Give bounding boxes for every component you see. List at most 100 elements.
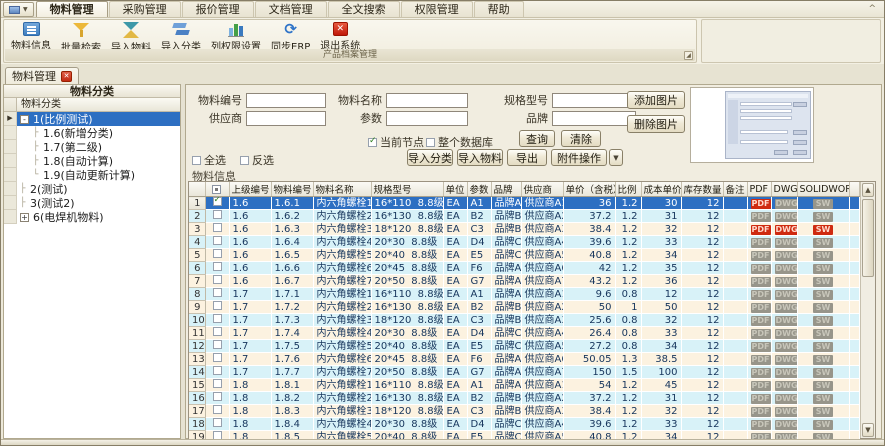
dwg-badge[interactable]: DWG — [775, 277, 798, 287]
tree-node[interactable]: +6(电焊机物料) — [4, 210, 180, 224]
sw-badge[interactable]: SW — [813, 251, 833, 261]
dialog-launcher-icon[interactable]: ◢ — [684, 51, 693, 60]
cell-num[interactable]: 13 — [189, 353, 205, 366]
cell-num[interactable]: 9 — [189, 301, 205, 314]
pdf-badge[interactable]: PDF — [751, 329, 771, 339]
cell-num[interactable]: 4 — [189, 236, 205, 249]
dwg-badge[interactable]: DWG — [775, 342, 798, 352]
delete-image-button[interactable]: 删除图片 — [627, 115, 685, 133]
column-header-sw[interactable]: SOLIDWORKS — [797, 182, 849, 197]
select-all-checkbox[interactable]: 全选 — [192, 152, 226, 168]
close-icon[interactable]: ✕ — [61, 71, 72, 82]
menu-tab-文档管理[interactable]: 文档管理 — [255, 1, 327, 17]
row-checkbox[interactable] — [213, 366, 222, 375]
table-row[interactable]: 121.71.7.5内六角螺栓520*40 8.8级EAE5品牌C供应商A527… — [189, 340, 859, 353]
sw-badge[interactable]: SW — [813, 407, 833, 417]
pdf-badge[interactable]: PDF — [751, 290, 771, 300]
column-header-note[interactable]: 备注 — [723, 182, 747, 197]
tree-node[interactable]: └1.9(自动更新计算) — [4, 168, 180, 182]
ribbon-collapse-icon[interactable]: ^ — [868, 4, 876, 14]
sw-badge[interactable]: SW — [813, 420, 833, 430]
tree-node-label-cell[interactable]: +6(电焊机物料) — [17, 210, 180, 224]
pdf-badge[interactable]: PDF — [751, 303, 771, 313]
row-checkbox[interactable] — [213, 353, 222, 362]
attachment-ops-dropdown-icon[interactable]: ▼ — [609, 149, 623, 166]
tree-node-label-cell[interactable]: -1(比例测试) — [17, 112, 180, 126]
tree-node-label-cell[interactable]: ├1.8(自动计算) — [17, 154, 180, 168]
menu-tab-物料管理[interactable]: 物料管理 — [36, 1, 108, 17]
column-header-supplier[interactable]: 供应商 — [521, 182, 563, 197]
pdf-badge[interactable]: PDF — [751, 264, 771, 274]
tree-node[interactable]: ├1.6(新增分类) — [4, 126, 180, 140]
tree-node[interactable]: ▶-1(比例测试) — [4, 112, 180, 126]
dwg-badge[interactable]: DWG — [775, 303, 798, 313]
tree-node[interactable]: ├2(测试) — [4, 182, 180, 196]
sw-badge[interactable]: SW — [813, 355, 833, 365]
brand-input[interactable] — [552, 111, 636, 126]
dwg-badge[interactable]: DWG — [775, 225, 798, 235]
ribbon-button-导入物料[interactable]: 导入物料 — [106, 21, 156, 51]
whole-database-checkbox[interactable]: 整个数据库 — [426, 134, 493, 150]
pdf-badge[interactable]: PDF — [751, 394, 771, 404]
column-header-check[interactable] — [205, 182, 229, 197]
clear-button[interactable]: 清除 — [561, 130, 601, 147]
pdf-badge[interactable]: PDF — [751, 342, 771, 352]
collapse-icon[interactable]: - — [20, 115, 29, 124]
table-row[interactable]: 151.81.8.1内六角螺栓116*110 8.8级EAA1品牌A供应商A15… — [189, 379, 859, 392]
dwg-badge[interactable]: DWG — [775, 368, 798, 378]
table-row[interactable]: 61.61.6.6内六角螺栓620*45 8.8级EAF6品牌A供应商A6421… — [189, 262, 859, 275]
pdf-badge[interactable]: PDF — [751, 238, 771, 248]
dwg-badge[interactable]: DWG — [775, 381, 798, 391]
pdf-badge[interactable]: PDF — [751, 225, 771, 235]
cell-num[interactable]: 17 — [189, 405, 205, 418]
menu-tab-采购管理[interactable]: 采购管理 — [109, 1, 181, 17]
row-checkbox[interactable] — [213, 301, 222, 310]
cell-num[interactable]: 5 — [189, 249, 205, 262]
scroll-up-icon[interactable]: ▲ — [862, 183, 874, 197]
import-material-button[interactable]: 导入物料 — [457, 149, 503, 166]
sw-badge[interactable]: SW — [813, 303, 833, 313]
table-row[interactable]: 181.81.8.4内六角螺栓420*30 8.8级EAD4品牌C供应商A439… — [189, 418, 859, 431]
pdf-badge[interactable]: PDF — [751, 407, 771, 417]
column-header-ratio[interactable]: 比例 — [615, 182, 641, 197]
scrollbar-thumb[interactable] — [862, 199, 874, 277]
sw-badge[interactable]: SW — [813, 394, 833, 404]
import-category-button[interactable]: 导入分类 — [407, 149, 453, 166]
select-all-column-icon[interactable] — [212, 185, 221, 194]
table-row[interactable]: 111.71.7.4内六角螺栓420*30 8.8级EAD4品牌C供应商A426… — [189, 327, 859, 340]
table-row[interactable]: 31.61.6.3内六角螺栓318*120 8.8级EAC3品牌B供应商A338… — [189, 223, 859, 236]
column-header-pdf[interactable]: PDF — [747, 182, 771, 197]
table-row[interactable]: 141.71.7.7内六角螺栓720*50 8.8级EAG7品牌A供应商A715… — [189, 366, 859, 379]
row-checkbox[interactable] — [213, 288, 222, 297]
sw-badge[interactable]: SW — [813, 238, 833, 248]
sw-badge[interactable]: SW — [813, 329, 833, 339]
row-checkbox[interactable] — [213, 340, 222, 349]
menu-tab-帮助[interactable]: 帮助 — [474, 1, 524, 17]
column-header-name[interactable]: 物料名称 — [313, 182, 371, 197]
column-header-item_code[interactable]: 物料编号 — [271, 182, 313, 197]
row-checkbox[interactable] — [213, 418, 222, 427]
dwg-badge[interactable]: DWG — [775, 238, 798, 248]
expand-icon[interactable]: + — [20, 213, 29, 222]
row-checkbox[interactable] — [213, 262, 222, 271]
pdf-badge[interactable]: PDF — [751, 212, 771, 222]
table-row[interactable]: 41.61.6.4内六角螺栓420*30 8.8级EAD4品牌C供应商A439.… — [189, 236, 859, 249]
column-header-stock[interactable]: 库存数量 — [681, 182, 723, 197]
spec-model-input[interactable] — [552, 93, 636, 108]
sw-badge[interactable]: SW — [813, 316, 833, 326]
row-checkbox[interactable] — [213, 314, 222, 323]
dwg-badge[interactable]: DWG — [775, 212, 798, 222]
dwg-badge[interactable]: DWG — [775, 264, 798, 274]
application-menu-button[interactable]: ▼ — [3, 2, 34, 17]
cell-num[interactable]: 3 — [189, 223, 205, 236]
sw-badge[interactable]: SW — [813, 225, 833, 235]
sw-badge[interactable]: SW — [813, 368, 833, 378]
ribbon-button-导入分类[interactable]: 导入分类 — [156, 21, 206, 51]
ribbon-button-列权限设置[interactable]: 列权限设置 — [206, 21, 266, 51]
export-button[interactable]: 导出 — [507, 149, 547, 166]
sw-badge[interactable]: SW — [813, 212, 833, 222]
tree-column-header[interactable]: 物料分类 — [4, 98, 180, 112]
sw-badge[interactable]: SW — [813, 264, 833, 274]
column-header-unit[interactable]: 单位 — [443, 182, 467, 197]
attachment-ops-button[interactable]: 附件操作 — [551, 149, 607, 166]
